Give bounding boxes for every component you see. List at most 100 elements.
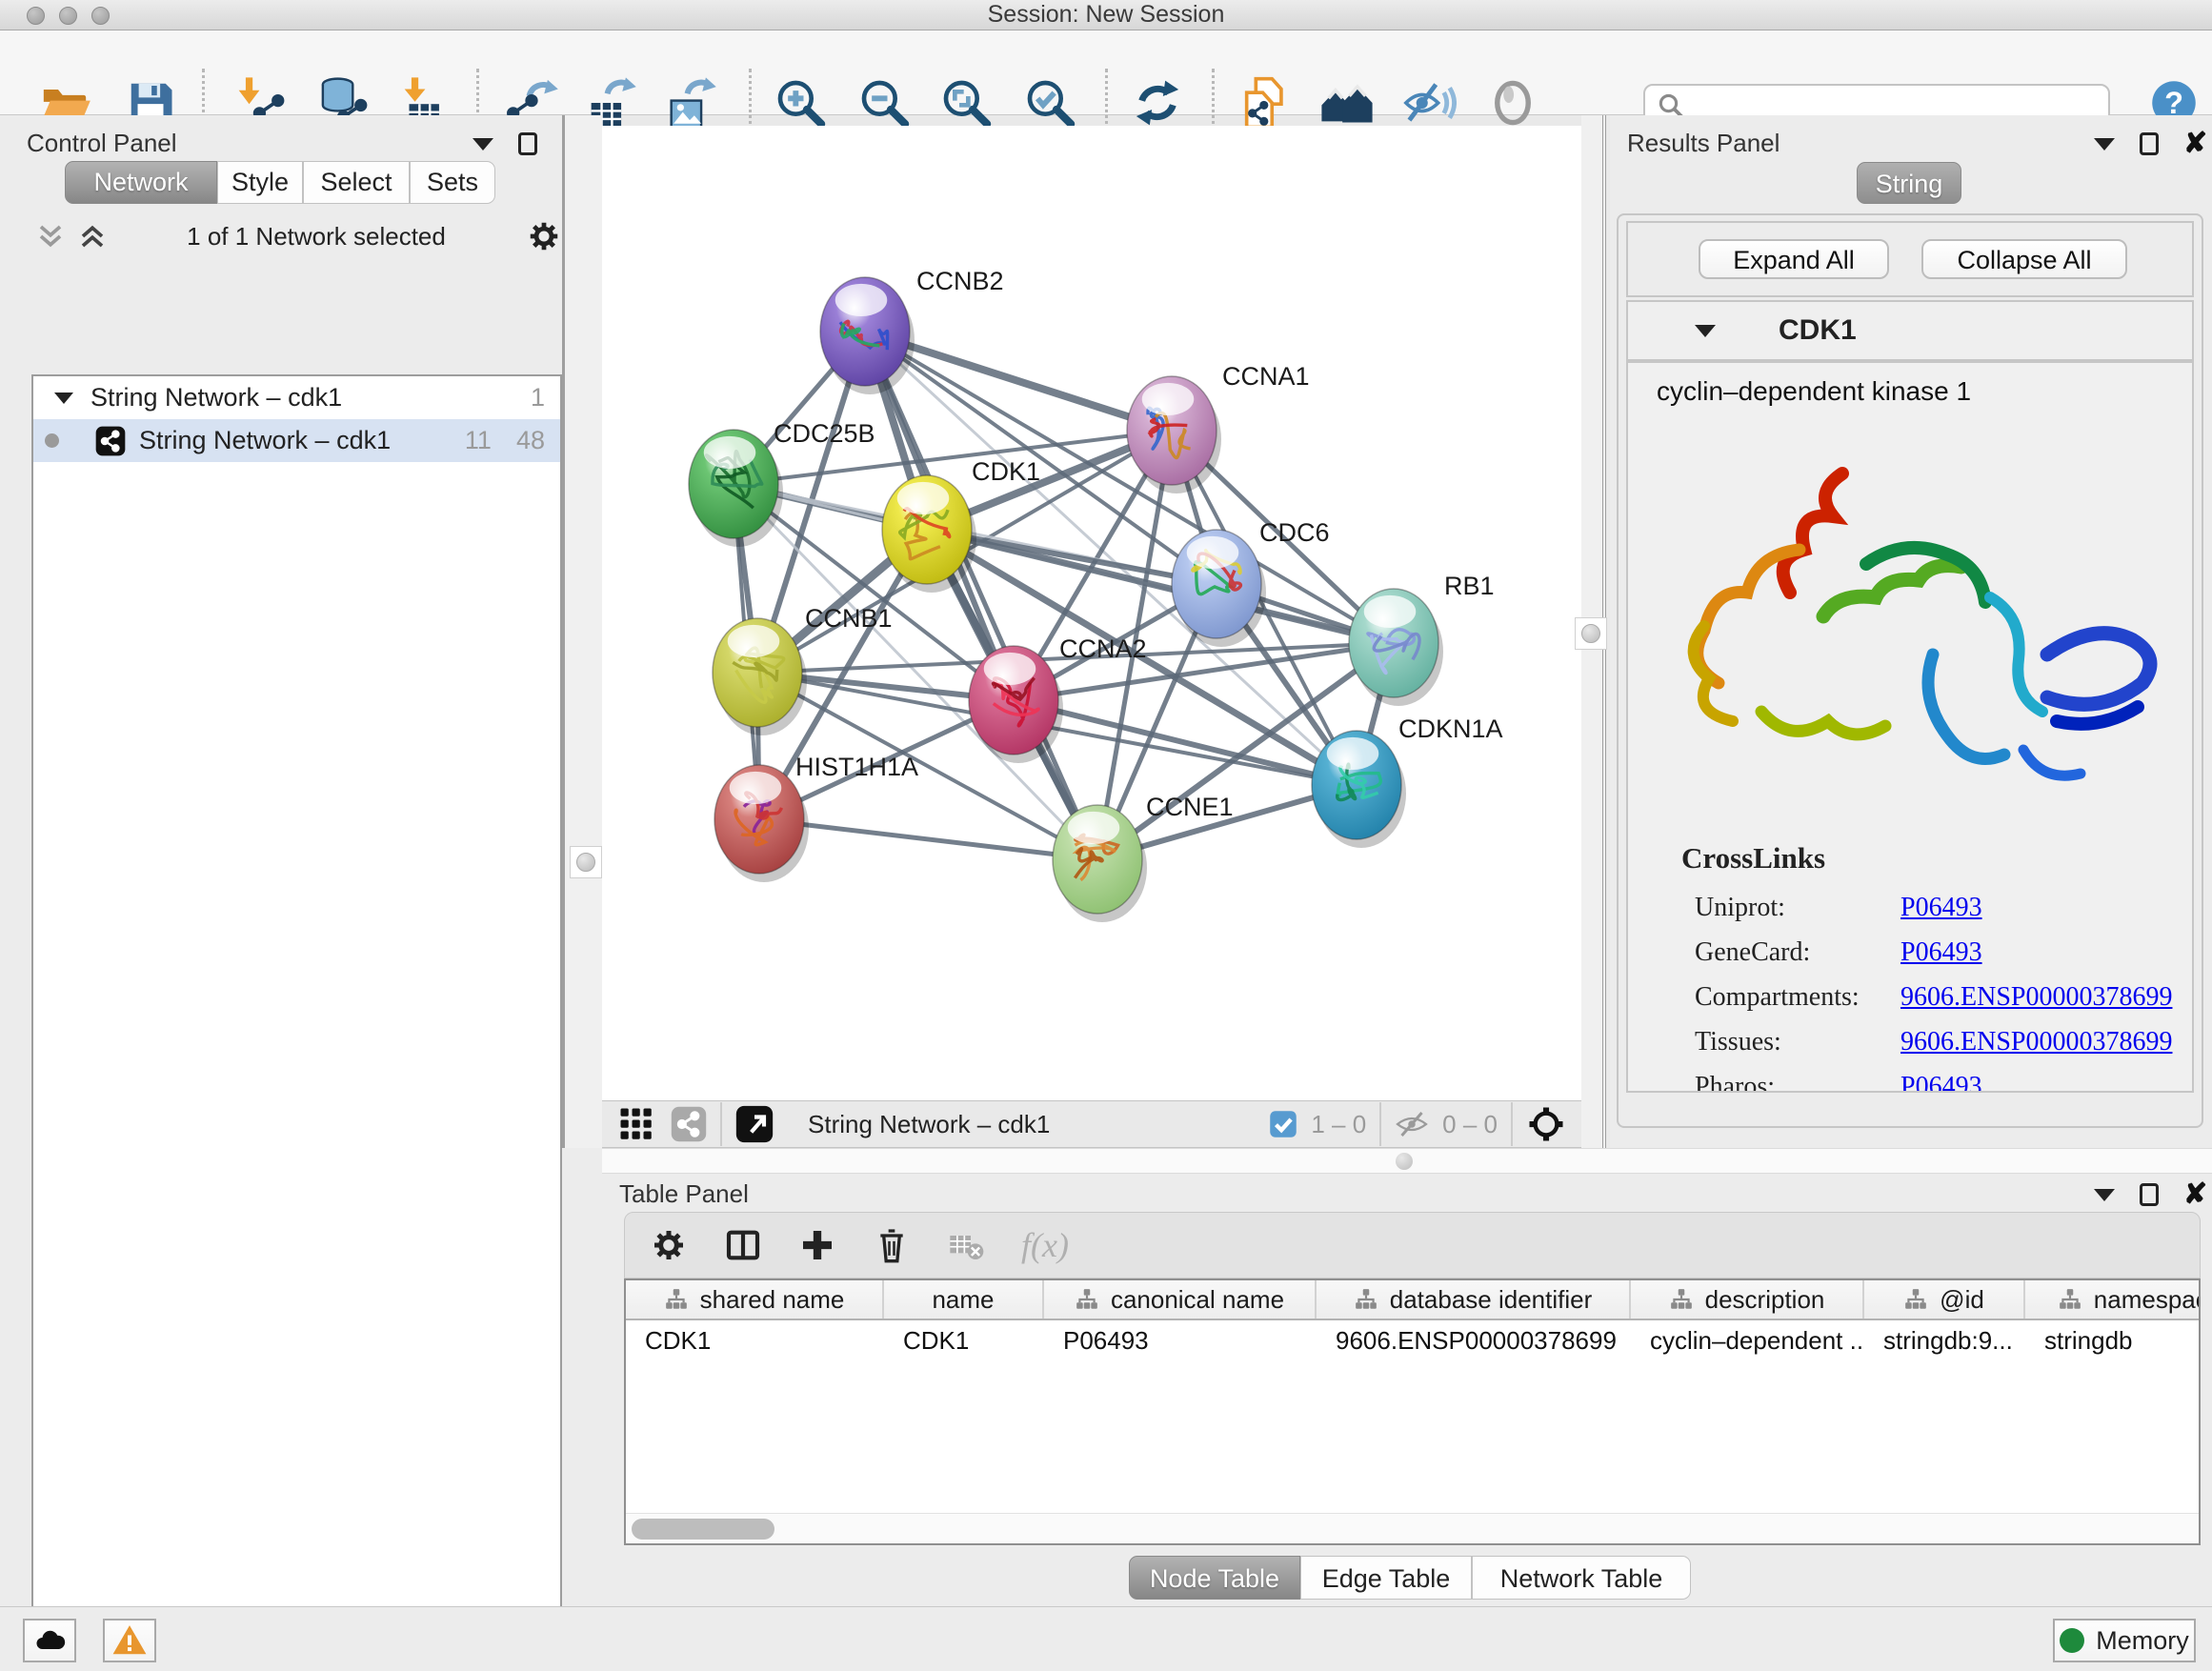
horizontal-splitter[interactable]	[602, 1148, 2212, 1174]
expand-all-button[interactable]: Expand All	[1699, 239, 1889, 279]
crosslink-uniprot-link[interactable]: P06493	[1900, 893, 1982, 923]
control-panel-maximize-icon[interactable]	[518, 132, 537, 155]
results-panel-close-icon[interactable]: ✘	[2183, 134, 2207, 153]
add-column-icon[interactable]	[798, 1226, 836, 1264]
crosslink-compartments-link[interactable]: 9606.ENSP00000378699	[1900, 982, 2172, 1013]
network-node-cdk1[interactable]: CDK1	[882, 457, 1040, 593]
table-row[interactable]: CDK1 CDK1 P06493 9606.ENSP00000378699 cy…	[626, 1320, 2199, 1360]
memory-button[interactable]: Memory	[2053, 1619, 2196, 1662]
network-canvas[interactable]: CCNB2CCNA1CDC25BCDK1CDC6RB1CCNB1CCNA2CDK…	[602, 126, 1581, 1100]
show-graphics-button[interactable]	[1484, 74, 1541, 131]
tab-network-table[interactable]: Network Table	[1472, 1556, 1691, 1600]
zoom-in-icon	[774, 76, 827, 130]
table-panel-maximize-icon[interactable]	[2140, 1183, 2159, 1206]
network-share-toggle-icon[interactable]	[671, 1106, 707, 1142]
open-in-window-icon[interactable]	[735, 1105, 774, 1143]
cell-canonical-name: P06493	[1044, 1320, 1317, 1360]
title-bar: Session: New Session	[0, 0, 2212, 30]
export-image-button[interactable]	[661, 74, 718, 131]
tab-sets[interactable]: Sets	[410, 161, 495, 204]
network-collection-row[interactable]: String Network – cdk1 1	[33, 376, 560, 419]
table-options-gear-icon[interactable]	[650, 1226, 688, 1264]
zoom-out-button[interactable]	[855, 74, 913, 131]
network-node-cdc25b[interactable]: CDC25B	[689, 419, 875, 547]
left-splitter[interactable]	[562, 115, 602, 1148]
table-toolbar: f(x)	[624, 1212, 2201, 1278]
string-results-container: Expand All Collapse All CDK1 cyclin–depe…	[1617, 213, 2203, 1128]
crosslink-genecard-link[interactable]: P06493	[1900, 937, 1982, 968]
collapse-all-button[interactable]: Collapse All	[1921, 239, 2127, 279]
network-node-rb1[interactable]: RB1	[1349, 572, 1495, 706]
copy-document-icon	[1237, 75, 1293, 131]
table-panel-float-icon[interactable]	[2094, 1189, 2115, 1201]
crosshair-icon[interactable]	[1526, 1104, 1566, 1144]
network-column-icon	[1669, 1287, 1694, 1312]
zoom-out-icon	[857, 76, 911, 130]
expand-all-networks-icon[interactable]	[36, 222, 65, 251]
network-type-share-icon	[95, 426, 126, 456]
tab-edge-table[interactable]: Edge Table	[1300, 1556, 1472, 1600]
zoom-selected-button[interactable]	[1021, 74, 1078, 131]
network-node-ccnb1[interactable]: CCNB1	[713, 604, 893, 735]
network-node-hist1h1a[interactable]: HIST1H1A	[714, 753, 918, 882]
splitter-dot-icon[interactable]	[1396, 1153, 1413, 1170]
column-header-canonical-name[interactable]: canonical name	[1044, 1280, 1317, 1319]
node-label: CCNE1	[1146, 793, 1234, 821]
column-header-shared-name[interactable]: shared name	[626, 1280, 884, 1319]
warnings-button[interactable]	[103, 1619, 156, 1662]
cell-description: cyclin–dependent ...	[1631, 1320, 1864, 1360]
right-splitter-collapse-button[interactable]	[1575, 617, 1607, 650]
control-panel-float-icon[interactable]	[473, 138, 493, 151]
apply-layout-button[interactable]	[1129, 74, 1186, 131]
crosslink-tissues-link[interactable]: 9606.ENSP00000378699	[1900, 1027, 2172, 1057]
network-node-cdc6[interactable]: CDC6	[1172, 518, 1330, 647]
selected-checkbox-icon[interactable]	[1269, 1110, 1297, 1138]
hide-unhide-button[interactable]	[1400, 74, 1458, 131]
table-horizontal-scrollbar[interactable]	[626, 1513, 2199, 1543]
eye-slash-icon	[1401, 75, 1457, 131]
cdk1-section-collapse-icon[interactable]	[1695, 325, 1716, 337]
crosslink-label: GeneCard:	[1695, 937, 1900, 968]
protein-structure-image	[1647, 435, 2181, 816]
crosslink-pharos-link[interactable]: P06493	[1900, 1072, 1982, 1094]
node-label: CCNB1	[805, 604, 893, 633]
left-splitter-collapse-button[interactable]	[570, 846, 602, 878]
network-edge[interactable]	[759, 819, 1097, 859]
table-panel-close-icon[interactable]: ✘	[2183, 1185, 2207, 1204]
results-panel-maximize-icon[interactable]	[2140, 132, 2159, 155]
network-node-ccne1[interactable]: CCNE1	[1053, 793, 1234, 922]
duplicate-network-button[interactable]	[1237, 74, 1294, 131]
delete-table-icon-disabled	[947, 1226, 985, 1264]
collapse-all-networks-icon[interactable]	[78, 222, 107, 251]
show-columns-icon[interactable]	[724, 1226, 762, 1264]
tab-node-table[interactable]: Node Table	[1129, 1556, 1300, 1600]
column-header-id[interactable]: @id	[1864, 1280, 2025, 1319]
crosslinks-list: Uniprot: P06493 GeneCard: P06493 Compart…	[1695, 885, 2192, 1093]
collection-expand-icon[interactable]	[54, 393, 73, 404]
tab-style[interactable]: Style	[217, 161, 303, 204]
node-label: CDK1	[972, 457, 1040, 486]
column-header-description[interactable]: description	[1631, 1280, 1864, 1319]
hidden-node-edge-counts: 0 – 0	[1442, 1110, 1498, 1139]
tab-network[interactable]: Network	[65, 161, 217, 204]
tab-string[interactable]: String	[1857, 162, 1961, 204]
column-header-name[interactable]: name	[884, 1280, 1044, 1319]
birdseye-grid-icon[interactable]	[619, 1107, 654, 1141]
network-selection-status: 1 of 1 Network selected	[107, 222, 526, 252]
network-row-selected[interactable]: String Network – cdk1 11 48	[33, 419, 560, 462]
zoom-in-button[interactable]	[772, 74, 829, 131]
zoom-fit-button[interactable]	[937, 74, 995, 131]
column-header-database-identifier[interactable]: database identifier	[1317, 1280, 1631, 1319]
network-column-icon	[2058, 1287, 2082, 1312]
results-panel-float-icon[interactable]	[2094, 138, 2115, 151]
tab-select[interactable]: Select	[303, 161, 410, 204]
delete-column-icon[interactable]	[873, 1226, 911, 1264]
string-network-graph[interactable]: CCNB2CCNA1CDC25BCDK1CDC6RB1CCNB1CCNA2CDK…	[602, 126, 1581, 1100]
bottom-status-bar: Memory	[0, 1606, 2212, 1671]
network-options-gear-icon[interactable]	[526, 218, 562, 254]
network-node-cdkn1a[interactable]: CDKN1A	[1312, 715, 1503, 848]
scrollbar-thumb[interactable]	[632, 1519, 774, 1540]
cloud-button[interactable]	[23, 1619, 76, 1662]
home-button[interactable]	[1318, 74, 1376, 131]
column-header-namespace[interactable]: namespace	[2025, 1280, 2201, 1319]
